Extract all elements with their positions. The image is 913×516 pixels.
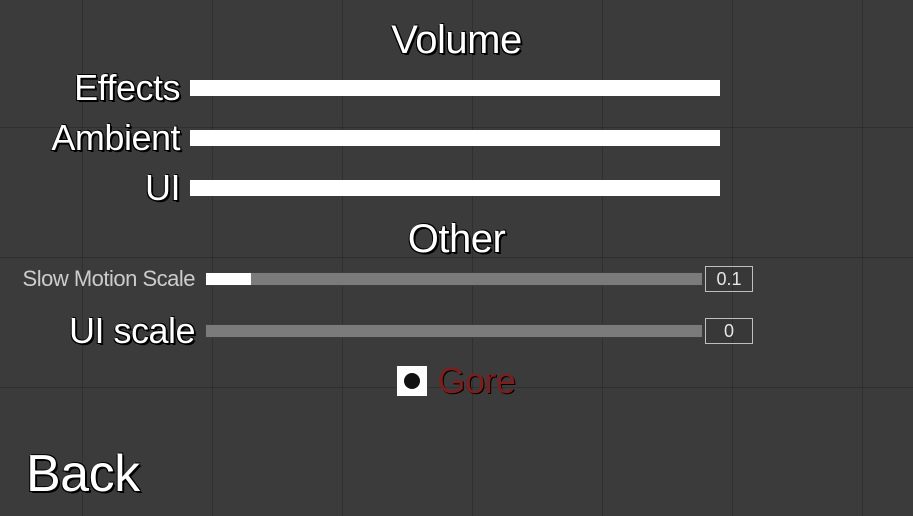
slider-label-ambient: Ambient bbox=[0, 117, 190, 159]
slider-fill bbox=[206, 273, 251, 285]
slider-fill bbox=[190, 80, 720, 96]
slider-row-effects: Effects bbox=[0, 67, 913, 109]
checkbox-dot-icon bbox=[404, 373, 420, 389]
section-title-other: Other bbox=[0, 217, 913, 262]
value-ui-scale[interactable]: 0 bbox=[705, 318, 753, 344]
section-title-volume: Volume bbox=[0, 18, 913, 63]
slider-fill bbox=[190, 130, 720, 146]
slider-effects[interactable] bbox=[190, 80, 720, 96]
slider-label-ui-scale: UI scale bbox=[0, 310, 205, 352]
label-gore: Gore bbox=[437, 360, 515, 402]
slider-slow-motion[interactable] bbox=[205, 272, 703, 286]
slider-label-ui: UI bbox=[0, 167, 190, 209]
slider-row-slow-motion: Slow Motion Scale 0.1 bbox=[0, 266, 913, 292]
slider-ambient[interactable] bbox=[190, 130, 720, 146]
slider-label-effects: Effects bbox=[0, 67, 190, 109]
slider-row-ambient: Ambient bbox=[0, 117, 913, 159]
settings-panel: Volume Effects Ambient UI Other Slow Mot… bbox=[0, 0, 913, 402]
value-slow-motion[interactable]: 0.1 bbox=[705, 266, 753, 292]
slider-ui[interactable] bbox=[190, 180, 720, 196]
slider-row-ui-scale: UI scale 0 bbox=[0, 310, 913, 352]
slider-row-ui: UI bbox=[0, 167, 913, 209]
gore-row: Gore bbox=[0, 360, 913, 402]
back-button[interactable]: Back bbox=[26, 444, 140, 504]
slider-label-slow-motion: Slow Motion Scale bbox=[0, 266, 205, 292]
checkbox-gore[interactable] bbox=[397, 366, 427, 396]
slider-ui-scale[interactable] bbox=[205, 324, 703, 338]
slider-fill bbox=[190, 180, 720, 196]
